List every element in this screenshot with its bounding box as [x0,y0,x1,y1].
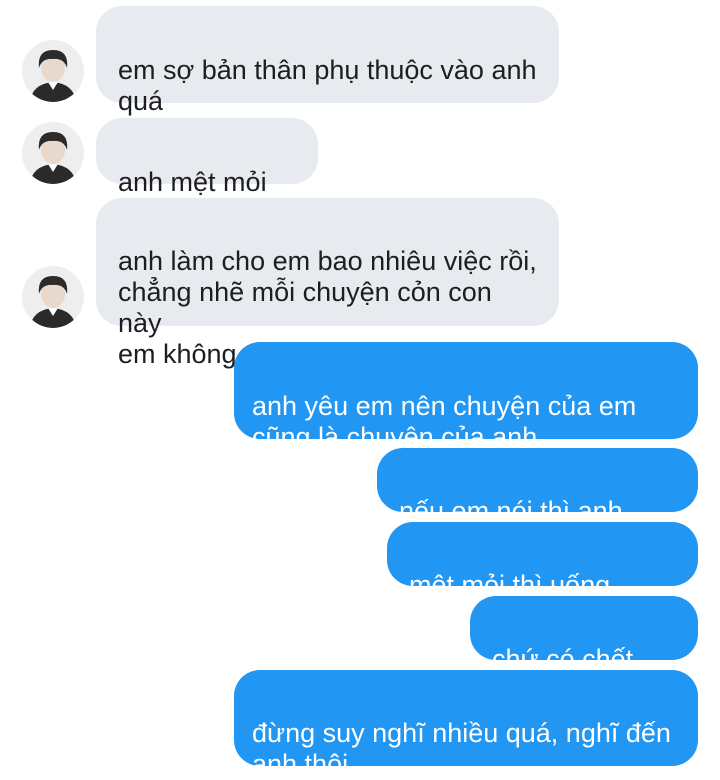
message-text: anh mệt mỏi [118,167,267,197]
message-bubble-outgoing[interactable]: đừng suy nghĩ nhiều quá, nghĩ đến anh th… [234,670,698,779]
message-bubble-outgoing[interactable]: nếu em nói thì anh nghe [377,448,698,557]
message-text: anh yêu em nên chuyện của em cũng là chu… [252,391,637,452]
contact-avatar[interactable] [22,40,84,102]
message-bubble-incoming[interactable]: anh làm cho em bao nhiêu việc rồi, chẳng… [96,198,559,369]
avatar-photo-icon [22,40,84,102]
avatar-photo-icon [22,122,84,184]
message-bubble-outgoing[interactable]: chứ có chết đâu [470,596,698,705]
contact-avatar[interactable] [22,266,84,328]
message-bubble-incoming[interactable]: em sợ bản thân phụ thuộc vào anh quá [96,6,559,116]
message-text: đừng suy nghĩ nhiều quá, nghĩ đến anh th… [252,718,671,779]
message-text: em sợ bản thân phụ thuộc vào anh quá [118,55,537,116]
contact-avatar[interactable] [22,122,84,184]
message-bubble-outgoing[interactable]: mệt mỏi thì uống thuốc [387,522,698,631]
avatar-photo-icon [22,266,84,328]
message-bubble-incoming[interactable]: anh mệt mỏi [96,118,318,256]
message-bubble-outgoing[interactable]: anh yêu em nên chuyện của em cũng là chu… [234,342,698,452]
